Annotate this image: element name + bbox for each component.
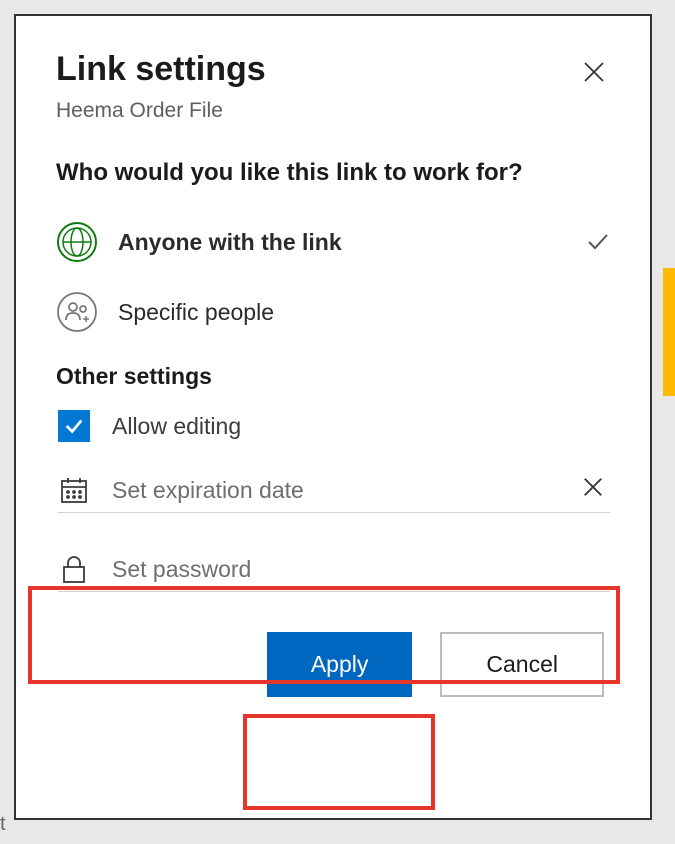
allow-editing-checkbox[interactable] bbox=[58, 410, 90, 442]
allow-editing-row[interactable]: Allow editing bbox=[56, 410, 610, 442]
close-icon bbox=[582, 476, 604, 498]
check-icon bbox=[63, 415, 85, 437]
close-icon bbox=[582, 60, 606, 84]
calendar-icon bbox=[58, 474, 90, 506]
apply-button[interactable]: Apply bbox=[267, 632, 413, 697]
password-input[interactable] bbox=[112, 556, 610, 583]
dialog-title: Link settings bbox=[56, 50, 266, 89]
password-row[interactable] bbox=[58, 547, 610, 592]
clear-expiration-button[interactable] bbox=[582, 476, 610, 504]
cancel-button[interactable]: Cancel bbox=[440, 632, 604, 697]
allow-editing-label: Allow editing bbox=[112, 413, 241, 440]
lock-icon bbox=[58, 553, 90, 585]
option-anyone-label: Anyone with the link bbox=[118, 229, 566, 256]
expiration-input[interactable] bbox=[112, 477, 560, 504]
other-settings-header: Other settings bbox=[56, 363, 610, 390]
link-settings-dialog: Link settings Heema Order File Who would… bbox=[14, 14, 652, 820]
file-name: Heema Order File bbox=[56, 99, 266, 123]
people-icon bbox=[56, 291, 98, 333]
globe-icon bbox=[56, 221, 98, 263]
option-specific[interactable]: Specific people bbox=[56, 291, 610, 333]
option-specific-label: Specific people bbox=[118, 299, 610, 326]
prompt-text: Who would you like this link to work for… bbox=[56, 159, 610, 187]
selected-check-icon bbox=[586, 230, 610, 254]
close-button[interactable] bbox=[578, 56, 610, 88]
option-anyone[interactable]: Anyone with the link bbox=[56, 221, 610, 263]
expiration-row[interactable] bbox=[58, 468, 610, 513]
